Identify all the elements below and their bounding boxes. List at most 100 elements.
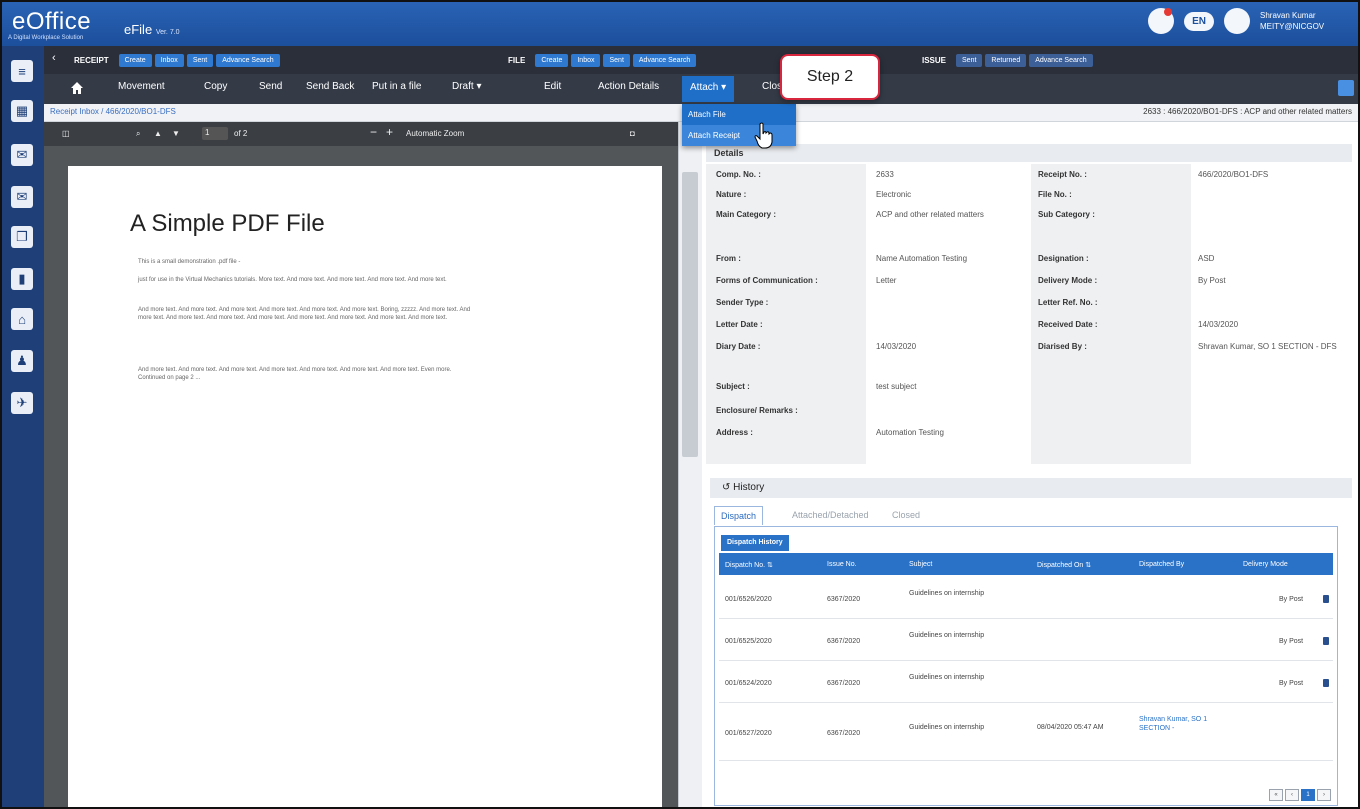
file-inbox-button[interactable]: Inbox — [571, 53, 601, 67]
put-in-file-button[interactable]: Put in a file — [372, 81, 421, 92]
next-page-icon[interactable]: ▼ — [172, 129, 180, 138]
leave-icon[interactable]: ▮ — [11, 268, 33, 290]
first-page-button[interactable]: « — [1269, 789, 1283, 801]
table-row[interactable]: 001/6525/2020 6367/2020 Guidelines on in… — [719, 621, 1333, 661]
detail-value: 14/03/2020 — [876, 342, 917, 351]
user-name: Shravan Kumar — [1260, 11, 1316, 20]
detail-value: Name Automation Testing — [876, 254, 968, 263]
pdf-scrollbar[interactable] — [682, 172, 698, 457]
tab-dispatch[interactable]: Dispatch — [714, 506, 764, 525]
issue-advance-search-button[interactable]: Advance Search — [1029, 53, 1093, 67]
table-row[interactable]: 001/6526/2020 6367/2020 Guidelines on in… — [719, 579, 1333, 619]
pdf-paragraph-1: This is a small demonstration .pdf file … — [138, 259, 241, 265]
home-icon[interactable] — [70, 81, 84, 95]
info-icon[interactable] — [1323, 637, 1329, 645]
col-dispatch-no[interactable]: Dispatch No. ⇅ — [725, 561, 773, 569]
language-toggle[interactable]: EN — [1184, 11, 1214, 31]
prev-page-icon[interactable]: ▲ — [154, 129, 162, 138]
dispatch-history-label: Dispatch History — [721, 535, 789, 551]
efile-icon[interactable]: ✉ — [11, 144, 33, 166]
subject: Guidelines on internship — [909, 632, 985, 639]
dispatched-by-link[interactable]: Shravan Kumar, SO 1 SECTION - — [1139, 715, 1229, 733]
attach-receipt-menu-item[interactable]: Attach Receipt — [682, 125, 796, 146]
tour-icon[interactable]: ✈ — [11, 392, 33, 414]
col-delivery-mode: Delivery Mode — [1243, 561, 1288, 568]
table-row[interactable]: 001/6527/2020 6367/2020 Guidelines on in… — [719, 709, 1333, 761]
zoom-select[interactable]: Automatic Zoom — [406, 129, 464, 138]
info-icon[interactable] — [1323, 595, 1329, 603]
detail-label: Diarised By : — [1038, 342, 1087, 351]
detail-value: 466/2020/BO1-DFS — [1198, 170, 1269, 179]
receipt-inbox-button[interactable]: Inbox — [154, 53, 184, 67]
table-row[interactable]: 001/6524/2020 6367/2020 Guidelines on in… — [719, 663, 1333, 703]
send-button[interactable]: Send — [259, 81, 282, 92]
present-mode-icon[interactable]: ◘ — [630, 129, 635, 138]
subject: Guidelines on internship — [909, 590, 985, 597]
issue-sent-button[interactable]: Sent — [956, 53, 983, 67]
breadcrumb[interactable]: Receipt Inbox / 466/2020/BO1-DFS — [50, 107, 176, 116]
file-advance-search-button[interactable]: Advance Search — [632, 53, 697, 67]
subject: Guidelines on internship — [909, 724, 985, 731]
user-info[interactable]: Shravan Kumar MEITY@NICGOV — [1260, 10, 1348, 32]
menu-hamburger-icon[interactable]: ≡ — [11, 60, 33, 82]
file-module: FILE Create Inbox Sent Advance Search — [498, 52, 699, 68]
issue-returned-button[interactable]: Returned — [985, 53, 1027, 67]
detail-label: File No. : — [1038, 190, 1072, 199]
zoom-in-icon[interactable]: + — [386, 125, 393, 139]
pdf-toolbar: ◫ ⌕ ▲ ▼ 1 of 2 − + Automatic Zoom ◘ — [44, 122, 678, 146]
mail-icon[interactable]: ✉ — [11, 186, 33, 208]
user-avatar[interactable] — [1224, 8, 1250, 34]
detail-value: Electronic — [876, 190, 912, 199]
pagination: « ‹ 1 › — [1269, 789, 1331, 801]
file-sent-button[interactable]: Sent — [603, 53, 630, 67]
next-page-button[interactable]: › — [1317, 789, 1331, 801]
delivery-mode: By Post — [1279, 680, 1304, 687]
col-subject: Subject — [909, 561, 933, 568]
receipt-advance-search-button[interactable]: Advance Search — [216, 53, 280, 67]
pdf-paragraph-2: just for use in the Virtual Mechanics tu… — [138, 277, 447, 283]
draft-button[interactable]: Draft ▾ — [452, 81, 481, 92]
app-window: eOffice A Digital Workplace Solution eFi… — [0, 0, 1360, 809]
users-icon[interactable]: ♟ — [11, 350, 33, 372]
pdf-title: A Simple PDF File — [130, 210, 325, 237]
sidebar-toggle-icon[interactable]: ◫ — [62, 129, 70, 138]
zoom-out-icon[interactable]: − — [370, 125, 377, 139]
detail-label: Address : — [716, 428, 753, 437]
detail-value: ASD — [1198, 254, 1215, 263]
history-icon: ↺ — [722, 482, 734, 493]
file-create-button[interactable]: Create — [535, 53, 569, 67]
pdf-page: A Simple PDF File This is a small demons… — [68, 166, 662, 807]
movement-button[interactable]: Movement — [118, 81, 165, 92]
issue-no: 6367/2020 — [827, 596, 861, 603]
detail-value: Letter — [876, 276, 897, 285]
action-details-button[interactable]: Action Details — [598, 81, 659, 92]
home-module-icon[interactable]: ⌂ — [11, 308, 33, 330]
notification-bell-icon[interactable] — [1148, 8, 1175, 34]
col-dispatched-on[interactable]: Dispatched On ⇅ — [1037, 561, 1091, 569]
back-arrow-icon[interactable]: ‹ — [52, 52, 56, 64]
receipt-create-button[interactable]: Create — [118, 53, 152, 67]
save-icon[interactable] — [1338, 80, 1354, 96]
label-column-bg — [706, 164, 866, 464]
prev-page-button[interactable]: ‹ — [1285, 789, 1299, 801]
tab-closed[interactable]: Closed — [886, 506, 926, 524]
find-icon[interactable]: ⌕ — [136, 129, 140, 139]
dashboard-icon[interactable]: ▦ — [11, 100, 33, 122]
detail-label: Sender Type : — [716, 298, 769, 307]
info-icon[interactable] — [1323, 679, 1329, 687]
dispatch-table-header: Dispatch No. ⇅ Issue No. Subject Dispatc… — [719, 553, 1333, 575]
attach-button[interactable]: Attach ▾ — [682, 76, 735, 102]
documents-icon[interactable]: ❐ — [11, 226, 33, 248]
page-number-input[interactable]: 1 — [202, 127, 228, 140]
page-1-button[interactable]: 1 — [1301, 789, 1315, 801]
dispatched-on: 08/04/2020 05:47 AM — [1037, 724, 1104, 731]
copy-button[interactable]: Copy — [204, 81, 227, 92]
logo-tagline: A Digital Workplace Solution — [8, 35, 84, 41]
detail-label: Nature : — [716, 190, 747, 199]
send-back-button[interactable]: Send Back — [306, 81, 354, 92]
tab-attached-detached[interactable]: Attached/Detached — [786, 506, 875, 524]
attach-file-menu-item[interactable]: Attach File — [682, 104, 796, 125]
receipt-sent-button[interactable]: Sent — [186, 53, 214, 67]
edit-button[interactable]: Edit — [544, 81, 561, 92]
app-version: Ver. 7.0 — [155, 29, 180, 36]
